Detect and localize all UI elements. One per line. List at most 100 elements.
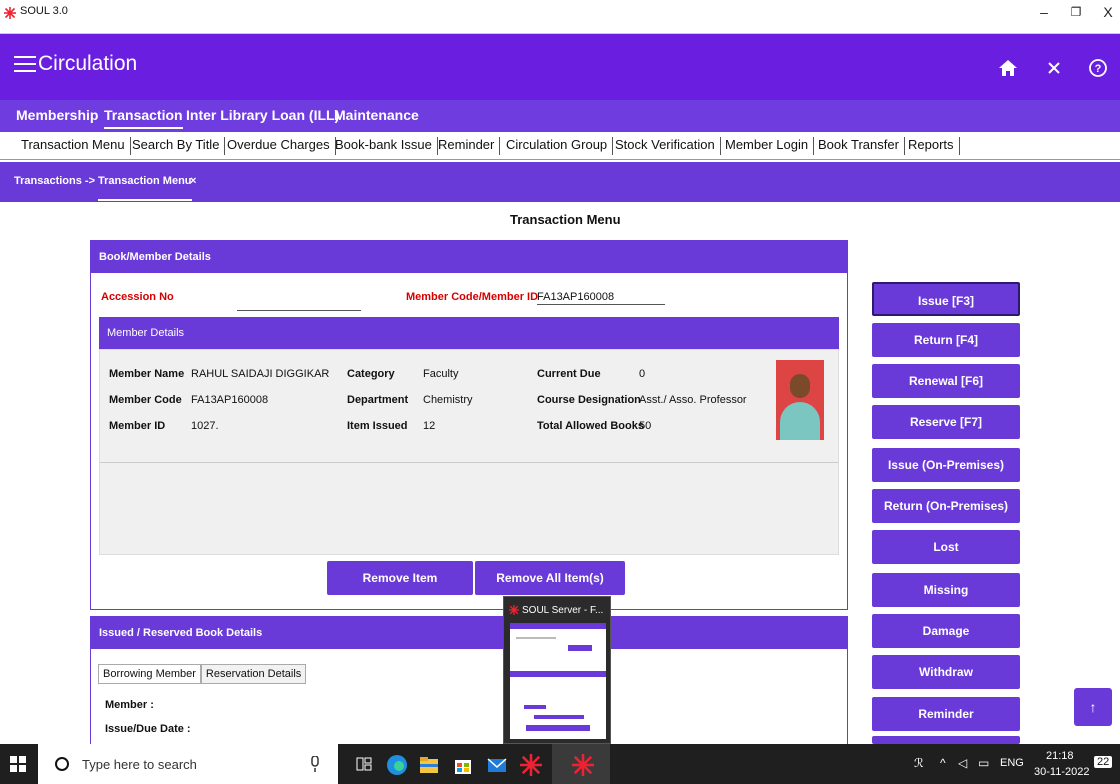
file-explorer-icon[interactable] bbox=[418, 754, 440, 776]
clock-time[interactable]: 21:18 bbox=[1046, 750, 1074, 762]
more-button[interactable] bbox=[872, 736, 1020, 744]
notification-badge[interactable]: 22 bbox=[1094, 756, 1113, 768]
department-label: Department bbox=[347, 394, 409, 406]
issued-reserved-header: Issued / Reserved Book Details bbox=[91, 617, 847, 649]
issue-due-date-label: Issue/Due Date : bbox=[105, 723, 191, 735]
subnav-search-by-title[interactable]: Search By Title bbox=[127, 137, 226, 155]
subnav-book-bank-issue[interactable]: Book-bank Issue bbox=[330, 137, 438, 155]
nav-transaction[interactable]: Transaction bbox=[104, 107, 183, 129]
issue-button[interactable]: Issue [F3] bbox=[872, 282, 1020, 316]
total-allowed-label: Total Allowed Books bbox=[537, 420, 644, 432]
os-taskbar: Type here to search ℛ ^ ◁ ▭ ENG 21:18 30… bbox=[0, 744, 1120, 784]
total-allowed-value: 50 bbox=[639, 420, 652, 432]
lost-button[interactable]: Lost bbox=[872, 530, 1020, 564]
current-due-value: 0 bbox=[639, 368, 646, 380]
scroll-top-button[interactable]: ↑ bbox=[1074, 688, 1112, 726]
member-details-header: Member Details bbox=[99, 317, 839, 349]
subnav-circulation-group[interactable]: Circulation Group bbox=[501, 137, 614, 155]
window-title: SOUL 3.0 bbox=[20, 5, 68, 17]
clock-date[interactable]: 30-11-2022 bbox=[1034, 766, 1089, 778]
microphone-icon[interactable] bbox=[310, 756, 320, 772]
chevron-up-icon[interactable]: ^ bbox=[940, 756, 946, 770]
network-icon[interactable]: ▭ bbox=[978, 756, 989, 770]
member-code-input[interactable]: FA13AP160008 bbox=[537, 291, 665, 305]
app-window: SOUL 3.0 – ❐ X Circulation ? Membership … bbox=[0, 0, 1120, 784]
preview-thumbnail bbox=[510, 623, 606, 739]
member-code-field-label: Member Code bbox=[109, 394, 182, 406]
subnav-overdue-charges[interactable]: Overdue Charges bbox=[222, 137, 336, 155]
item-issued-label: Item Issued bbox=[347, 420, 408, 432]
windows-start-icon[interactable] bbox=[10, 756, 26, 772]
accession-label: Accession No bbox=[101, 291, 174, 303]
current-due-label: Current Due bbox=[537, 368, 601, 380]
book-member-header: Book/Member Details bbox=[91, 241, 847, 273]
breadcrumb: Transactions -> Transaction Menu × bbox=[0, 162, 1120, 202]
member-code-label: Member Code/Member ID bbox=[406, 291, 539, 303]
subnav-transaction-menu[interactable]: Transaction Menu bbox=[16, 137, 131, 155]
withdraw-button[interactable]: Withdraw bbox=[872, 655, 1020, 689]
return-button[interactable]: Return [F4] bbox=[872, 323, 1020, 357]
window-titlebar: SOUL 3.0 – ❐ X bbox=[0, 0, 1120, 34]
soul-server-task[interactable] bbox=[552, 744, 610, 784]
subnav-stock-verification[interactable]: Stock Verification bbox=[610, 137, 721, 155]
return-on-premises-button[interactable]: Return (On-Premises) bbox=[872, 489, 1020, 523]
book-member-panel: Book/Member Details Accession No Member … bbox=[90, 240, 848, 610]
course-designation-value: Asst./ Asso. Professor bbox=[639, 394, 747, 406]
page-title: Transaction Menu bbox=[510, 212, 621, 227]
subnav-book-transfer[interactable]: Book Transfer bbox=[813, 137, 905, 155]
member-code-value: FA13AP160008 bbox=[191, 394, 269, 406]
nav-maintenance[interactable]: Maintenance bbox=[334, 107, 419, 123]
renewal-button[interactable]: Renewal [F6] bbox=[872, 364, 1020, 398]
missing-button[interactable]: Missing bbox=[872, 573, 1020, 607]
taskbar-search[interactable]: Type here to search bbox=[38, 744, 338, 784]
subnav-member-login[interactable]: Member Login bbox=[720, 137, 815, 155]
member-name-label: Member Name bbox=[109, 368, 185, 380]
edge-browser-icon[interactable] bbox=[386, 754, 408, 776]
soul-app-icon[interactable] bbox=[520, 754, 542, 776]
close-icon[interactable] bbox=[1042, 56, 1066, 80]
damage-button[interactable]: Damage bbox=[872, 614, 1020, 648]
nav-ill[interactable]: Inter Library Loan (ILL) bbox=[186, 107, 339, 123]
people-icon[interactable]: ℛ bbox=[914, 756, 924, 770]
issue-on-premises-button[interactable]: Issue (On-Premises) bbox=[872, 448, 1020, 482]
accession-input[interactable] bbox=[237, 297, 361, 311]
subnav-reminder[interactable]: Reminder bbox=[433, 137, 501, 155]
nav-membership[interactable]: Membership bbox=[16, 107, 98, 123]
breadcrumb-close-icon[interactable]: × bbox=[190, 175, 196, 187]
tab-borrowing-member[interactable]: Borrowing Member bbox=[98, 664, 201, 684]
task-view-icon[interactable] bbox=[356, 756, 372, 772]
store-icon[interactable] bbox=[452, 754, 474, 776]
soul-server-icon bbox=[509, 605, 519, 615]
member-id-value: 1027. bbox=[191, 420, 219, 432]
language-indicator[interactable]: ENG bbox=[1000, 757, 1024, 769]
category-value: Faculty bbox=[423, 368, 459, 380]
category-label: Category bbox=[347, 368, 395, 380]
tab-reservation-details[interactable]: Reservation Details bbox=[200, 664, 307, 684]
window-close-button[interactable]: X bbox=[1094, 2, 1120, 22]
menu-icon[interactable] bbox=[14, 56, 36, 72]
remove-all-items-button[interactable]: Remove All Item(s) bbox=[475, 561, 625, 595]
remove-item-button[interactable]: Remove Item bbox=[327, 561, 473, 595]
minimize-button[interactable]: – bbox=[1030, 2, 1058, 22]
sub-nav: Transaction Menu Search By Title Overdue… bbox=[0, 132, 1120, 160]
mail-icon[interactable] bbox=[486, 754, 508, 776]
speaker-icon[interactable]: ◁ bbox=[958, 756, 967, 770]
main-nav: Membership Transaction Inter Library Loa… bbox=[0, 100, 1120, 132]
svg-text:?: ? bbox=[1095, 63, 1102, 75]
member-photo bbox=[776, 360, 824, 440]
issued-tabs: Borrowing Member Reservation Details bbox=[98, 664, 307, 684]
search-icon bbox=[55, 757, 69, 771]
reminder-button[interactable]: Reminder bbox=[872, 697, 1020, 731]
restore-button[interactable]: ❐ bbox=[1062, 2, 1090, 22]
member-name-value: RAHUL SAIDAJI DIGGIKAR bbox=[191, 368, 330, 380]
department-value: Chemistry bbox=[423, 394, 473, 406]
taskbar-preview[interactable]: SOUL Server - F... bbox=[503, 596, 611, 744]
subnav-reports[interactable]: Reports bbox=[903, 137, 960, 155]
soul-server-task-icon bbox=[572, 754, 594, 776]
breadcrumb-tab[interactable]: Transaction Menu bbox=[98, 175, 192, 201]
help-icon[interactable]: ? bbox=[1086, 56, 1110, 80]
breadcrumb-root[interactable]: Transactions -> bbox=[14, 175, 95, 187]
member-id-label: Member ID bbox=[109, 420, 166, 432]
reserve-button[interactable]: Reserve [F7] bbox=[872, 405, 1020, 439]
home-icon[interactable] bbox=[996, 56, 1020, 80]
